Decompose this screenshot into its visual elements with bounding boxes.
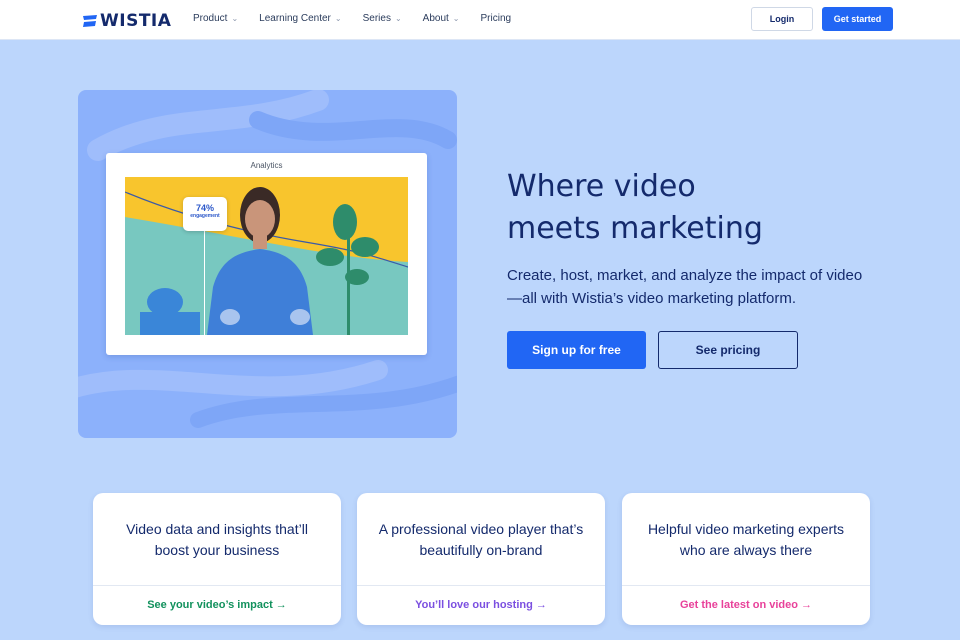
- feature-card-player: A professional video player that’s beaut…: [357, 493, 605, 625]
- feature-card-experts: Helpful video marketing experts who are …: [622, 493, 870, 625]
- nav-item-pricing[interactable]: Pricing: [481, 13, 512, 24]
- hero-title-line: meets marketing: [507, 211, 763, 246]
- feature-text: Video data and insights that’ll boost yo…: [103, 519, 331, 561]
- feature-text-line: Helpful video marketing experts: [647, 521, 845, 537]
- feature-text: A professional video player that’s beaut…: [367, 519, 595, 561]
- nav-item-label: Series: [362, 13, 391, 24]
- feature-card-insights: Video data and insights that’ll boost yo…: [93, 493, 341, 625]
- feature-text: Helpful video marketing experts who are …: [632, 519, 860, 561]
- feature-link-impact[interactable]: See your video’s impact →: [93, 599, 341, 611]
- feature-link-latest[interactable]: Get the latest on video →: [622, 599, 870, 611]
- nav-item-label: Learning Center: [259, 13, 331, 24]
- feature-text-line: boost your business: [154, 542, 280, 558]
- feature-text-line: A professional video player that’s: [378, 521, 584, 537]
- nav-item-label: About: [422, 13, 449, 24]
- chevron-down-icon: ⌄: [394, 14, 402, 23]
- wistia-logo-icon: [83, 15, 97, 27]
- hero-title-line: Where video: [507, 169, 696, 204]
- login-button[interactable]: Login: [751, 7, 813, 31]
- analytics-card: Analytics 74% engagement: [106, 153, 427, 355]
- nav-item-product[interactable]: Product ⌄: [193, 13, 238, 24]
- nav-item-about[interactable]: About ⌄: [423, 13, 460, 24]
- video-preview[interactable]: 74% engagement: [125, 177, 408, 335]
- brand-name: WISTIA: [100, 11, 172, 31]
- feature-text-line: Video data and insights that’ll: [126, 521, 308, 537]
- sign-up-button[interactable]: Sign up for free: [507, 331, 646, 369]
- nav-item-label: Product: [193, 13, 228, 24]
- hero-subtitle-line: —all with Wistia’s video marketing platf…: [507, 290, 796, 307]
- hero-title: Where video meets marketing: [507, 166, 827, 250]
- top-nav: WISTIA Product ⌄ Learning Center ⌄ Serie…: [0, 0, 960, 40]
- chevron-down-icon: ⌄: [334, 14, 342, 23]
- engagement-label: engagement: [190, 213, 220, 219]
- wistia-logo[interactable]: WISTIA: [83, 11, 171, 31]
- engagement-marker-line: [204, 231, 205, 335]
- nav-item-label: Pricing: [480, 13, 512, 24]
- divider: [93, 585, 341, 586]
- chevron-down-icon: ⌄: [231, 14, 239, 23]
- video-frame-illustration: [125, 177, 408, 335]
- hero-subtitle-line: Create, host, market, and analyze the im…: [507, 267, 863, 284]
- feature-text-line: beautifully on-brand: [419, 542, 543, 558]
- engagement-tooltip: 74% engagement: [183, 197, 227, 231]
- divider: [622, 585, 870, 586]
- engagement-value: 74%: [195, 203, 214, 213]
- nav-item-learning-center[interactable]: Learning Center ⌄: [259, 13, 341, 24]
- see-pricing-button[interactable]: See pricing: [658, 331, 798, 369]
- divider: [357, 585, 605, 586]
- chevron-down-icon: ⌄: [452, 14, 460, 23]
- analytics-card-title: Analytics: [250, 161, 283, 170]
- hero-media: Analytics 74% engagement: [78, 90, 457, 438]
- feature-link-hosting[interactable]: You’ll love our hosting →: [357, 599, 605, 611]
- hero-subtitle: Create, host, market, and analyze the im…: [507, 264, 907, 310]
- feature-text-line: who are always there: [679, 542, 813, 558]
- nav-links: Product ⌄ Learning Center ⌄ Series ⌄ Abo…: [193, 13, 532, 24]
- nav-item-series[interactable]: Series ⌄: [363, 13, 402, 24]
- get-started-button[interactable]: Get started: [822, 7, 893, 31]
